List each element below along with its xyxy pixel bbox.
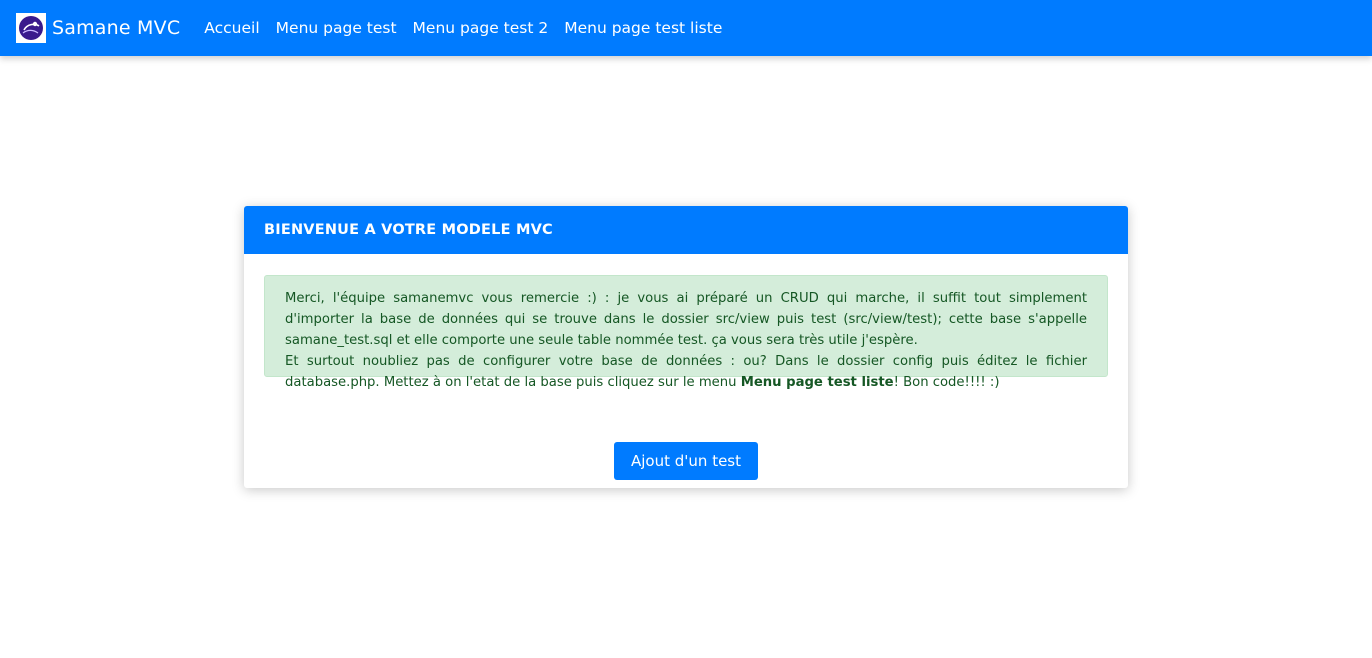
nav-item-menu-page-test[interactable]: Menu page test [268,19,405,37]
add-test-button[interactable]: Ajout d'un test [614,442,758,480]
nav-item-menu-page-test-liste[interactable]: Menu page test liste [556,19,730,37]
samane-logo-icon [16,13,46,43]
alert-text-2-end: ! Bon code!!!! :) [893,375,1000,390]
success-alert: Merci, l'équipe samanemvc vous remercie … [264,275,1108,390]
brand-link[interactable]: Samane MVC [16,13,180,43]
alert-text-1: Merci, l'équipe samanemvc vous remercie … [285,291,1087,348]
nav-item-menu-page-test-2[interactable]: Menu page test 2 [405,19,557,37]
top-navbar: Samane MVC Accueil Menu page test Menu p… [0,0,1372,56]
welcome-card: BIENVENUE A VOTRE MODELE MVC Merci, l'éq… [244,206,1128,488]
card-header: BIENVENUE A VOTRE MODELE MVC [244,206,1128,254]
alert-menu-link-text: Menu page test liste [740,375,894,390]
card-title: BIENVENUE A VOTRE MODELE MVC [264,222,553,238]
nav-links: Accueil Menu page test Menu page test 2 … [196,19,730,37]
brand-name: Samane MVC [52,17,181,39]
nav-item-accueil[interactable]: Accueil [196,19,267,37]
alert-text-2: Et surtout noubliez pas de configurer vo… [285,351,1087,393]
